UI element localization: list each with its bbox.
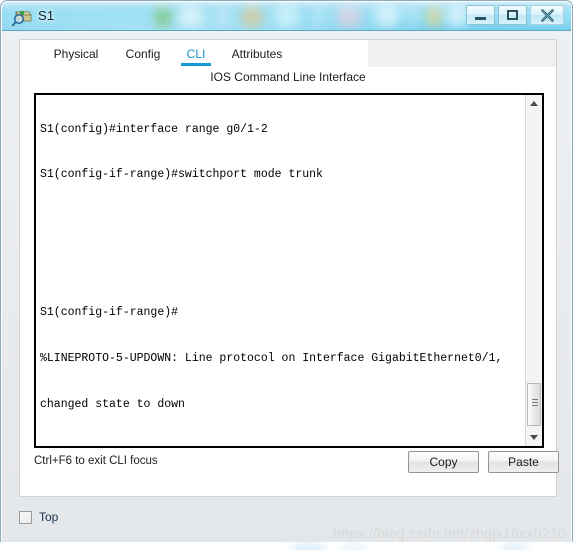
desk-blob (290, 542, 326, 550)
cli-header-title: IOS Command Line Interface (210, 70, 366, 84)
terminal-line: S1(config-if-range)# (40, 306, 179, 320)
copy-button[interactable]: Copy (408, 451, 479, 473)
scrollbar-grip-icon (532, 399, 538, 408)
close-icon (531, 6, 563, 24)
glass-blob (426, 4, 442, 28)
glass-blob (178, 4, 204, 28)
terminal-line: S1(config)#interface range g0/1-2 (40, 122, 268, 136)
tab-cli-label: CLI (186, 46, 206, 61)
glass-blob (406, 4, 418, 28)
cli-output: S1(config)#interface range g0/1-2 S1(con… (36, 95, 526, 446)
glass-blob (446, 4, 468, 28)
glass-blob (274, 4, 300, 28)
terminal-line: S1(config-if-range)#switchport mode trun… (40, 168, 323, 182)
glass-blob (216, 4, 230, 28)
glass-blob (374, 4, 400, 28)
window-titlebar[interactable]: S1 (2, 2, 571, 31)
desk-blob (500, 542, 530, 550)
glass-blob (336, 4, 362, 28)
scroll-down-icon[interactable] (526, 429, 542, 446)
terminal-scrollbar[interactable] (525, 95, 542, 446)
top-checkbox[interactable] (19, 510, 32, 524)
scrollbar-thumb[interactable] (527, 383, 541, 426)
titlebar-divider (2, 30, 571, 31)
glass-blob (241, 4, 263, 28)
minimize-button[interactable] (466, 5, 495, 25)
cli-window: S1 Physical Config CLI Attributes IOS Co… (0, 0, 573, 550)
tab-config-label: Config (125, 46, 161, 61)
watermark-text: https://blog.csdn.net/zhgjx16xx0210 (332, 525, 566, 541)
tab-strip: Physical Config CLI Attributes (20, 40, 556, 68)
tab-attributes-label: Attributes (231, 46, 283, 61)
tab-physical-label: Physical (53, 46, 99, 61)
tab-attributes[interactable]: Attributes (218, 40, 296, 67)
desktop-bottom-strip (0, 542, 573, 550)
tab-physical[interactable]: Physical (40, 40, 112, 67)
tab-cli[interactable]: CLI (174, 40, 218, 67)
maximize-icon (499, 6, 526, 24)
maximize-button[interactable] (498, 5, 527, 25)
top-checkbox-row[interactable]: Top (19, 510, 58, 524)
window-title: S1 (38, 8, 55, 23)
terminal-line: changed state to down (40, 397, 185, 411)
close-button[interactable] (530, 5, 564, 25)
scroll-up-icon[interactable] (526, 95, 542, 112)
switch-magnifier-icon (12, 10, 32, 27)
glass-blob (154, 4, 172, 28)
terminal-line: %LINEPROTO-5-UPDOWN: Line protocol on In… (40, 352, 503, 366)
cli-terminal[interactable]: S1(config)#interface range g0/1-2 S1(con… (34, 93, 544, 448)
top-checkbox-label: Top (39, 510, 59, 524)
tab-underline-active (181, 63, 211, 66)
paste-button[interactable]: Paste (488, 451, 559, 473)
tab-panel: Physical Config CLI Attributes IOS Comma… (19, 39, 559, 497)
tab-config[interactable]: Config (112, 40, 174, 67)
desk-blob (340, 542, 366, 550)
glass-blob (312, 4, 325, 28)
minimize-icon (467, 6, 494, 24)
cli-focus-hint: Ctrl+F6 to exit CLI focus (34, 455, 158, 467)
